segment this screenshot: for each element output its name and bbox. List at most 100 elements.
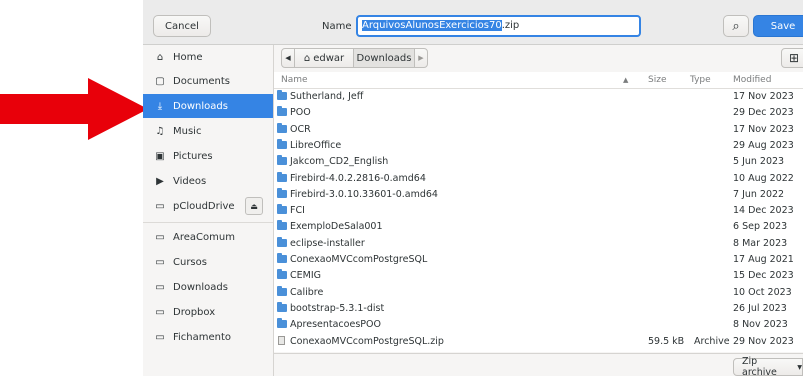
save-button[interactable]: Save (753, 15, 803, 37)
file-row[interactable]: ConexaoMVCcomPostgreSQL.zip 59.5 kB Archiv… (274, 335, 803, 347)
column-header-size[interactable]: Size (648, 75, 666, 85)
sidebar-item-label: Documents (173, 75, 231, 87)
header-bar: Cancel Name ArquivosAlunosExercicios70.z… (143, 0, 803, 45)
file-modified: 17 Nov 2023 (733, 123, 794, 135)
file-name: eclipse-installer (290, 237, 365, 249)
file-row[interactable]: Jakcom_CD2_English 5 Jun 2023 (274, 155, 803, 168)
chevron-right-icon: ▶ (418, 54, 424, 62)
column-header-name[interactable]: Name (281, 75, 308, 85)
file-modified: 29 Nov 2023 (733, 335, 794, 347)
sidebar-item-label: Downloads (173, 281, 228, 293)
folder-icon: ▭ (155, 331, 165, 343)
folder-icon (277, 253, 287, 263)
file-chooser-dialog: Cancel Name ArquivosAlunosExercicios70.z… (143, 0, 803, 376)
sidebar-item-areacomum[interactable]: ▭ AreaComum (143, 225, 273, 249)
cancel-button[interactable]: Cancel (153, 15, 211, 37)
sidebar-item-label: Home (173, 51, 203, 63)
file-modified: 29 Aug 2023 (733, 139, 794, 151)
file-row[interactable]: bootstrap-5.3.1-dist 26 Jul 2023 (274, 301, 803, 314)
sidebar-item-cursos[interactable]: ▭ Cursos (143, 250, 273, 274)
folder-icon (277, 106, 287, 117)
file-list[interactable]: Name ▲ Size Type Modified Sutherland, Je… (274, 72, 803, 352)
file-name: LibreOffice (290, 139, 342, 151)
home-icon: ⌂ (156, 51, 164, 63)
path-forward-button[interactable]: ▶ (414, 48, 428, 68)
file-name: Firebird-3.0.10.33601-0.amd64 (290, 188, 438, 200)
column-header-type[interactable]: Type (690, 75, 711, 85)
file-name: ConexaoMVCcomPostgreSQL.zip (290, 335, 444, 347)
search-button[interactable]: ⌕ (723, 15, 749, 37)
folder-icon: ▭ (155, 281, 165, 293)
video-icon: ▶ (156, 175, 164, 187)
file-modified: 8 Nov 2023 (733, 319, 788, 331)
file-modified: 7 Jun 2022 (733, 188, 785, 200)
file-row[interactable]: LibreOffice 29 Aug 2023 (274, 138, 803, 151)
sidebar-item-downloads-bookmark[interactable]: ▭ Downloads (143, 275, 273, 299)
sidebar-item-downloads[interactable]: ⤓ Downloads (143, 94, 273, 118)
file-modified: 10 Aug 2022 (733, 172, 794, 184)
filter-label: Zip archive (742, 356, 777, 376)
sidebar-item-label: Fichamento (173, 331, 232, 343)
sidebar-item-label: Cursos (173, 256, 207, 268)
column-header-modified[interactable]: Modified (733, 75, 771, 85)
folder-icon (277, 318, 287, 329)
file-modified: 29 Dec 2023 (733, 107, 794, 119)
folder-icon (277, 122, 287, 133)
file-row[interactable]: Sutherland, Jeff 17 Nov 2023 (274, 90, 803, 102)
file-name: Calibre (290, 286, 324, 298)
folder-icon (277, 301, 287, 312)
file-row[interactable]: ApresentacoesPOO 8 Nov 2023 (274, 318, 803, 331)
folder-icon (277, 236, 287, 247)
path-crumb-label: edwar (313, 52, 345, 64)
places-sidebar: ⌂ Home ▢ Documents ⤓ Downloads ♫ Music ▣ Pict… (143, 45, 274, 376)
path-crumb-current[interactable]: Downloads (353, 48, 415, 68)
path-crumb-home[interactable]: ⌂ edwar (294, 48, 354, 68)
sidebar-item-dropbox[interactable]: ▭ Dropbox (143, 300, 273, 324)
sidebar-item-pclouddrive[interactable]: ▭ pCloudDrive ⏏ (143, 194, 273, 218)
file-size: 59.5 kB (648, 335, 685, 347)
new-folder-icon: ⊞ (788, 51, 800, 65)
sidebar-item-music[interactable]: ♫ Music (143, 119, 273, 143)
sidebar-item-label: Videos (173, 175, 207, 187)
column-header-row: Name ▲ Size Type Modified (274, 72, 803, 89)
file-row[interactable]: OCR 17 Nov 2023 (274, 122, 803, 135)
file-modified: 14 Dec 2023 (733, 205, 794, 217)
file-row[interactable]: POO 29 Dec 2023 (274, 106, 803, 119)
sidebar-item-documents[interactable]: ▢ Documents (143, 69, 273, 93)
sidebar-item-pictures[interactable]: ▣ Pictures (143, 144, 273, 168)
file-type-filter[interactable]: Zip archive ▾ (733, 356, 803, 376)
file-modified: 17 Nov 2023 (733, 91, 794, 102)
sidebar-item-label: pCloudDrive (173, 200, 235, 212)
eject-icon[interactable]: ⏏ (245, 197, 263, 215)
file-row[interactable]: ExemploDeSala001 6 Sep 2023 (274, 220, 803, 232)
file-row[interactable]: CEMIG 15 Dec 2023 (274, 269, 803, 281)
folder-icon: ▭ (155, 306, 165, 318)
file-name: OCR (290, 123, 311, 135)
folder-icon (277, 220, 287, 231)
file-row[interactable]: Calibre 10 Oct 2023 (274, 285, 803, 298)
file-row[interactable]: FCI 14 Dec 2023 (274, 204, 803, 217)
file-name: FCI (290, 205, 305, 217)
sort-ascending-icon: ▲ (623, 76, 629, 84)
folder-icon (277, 171, 287, 182)
file-row[interactable]: ConexaoMVCcomPostgreSQL 17 Aug 2021 (274, 253, 803, 265)
sidebar-item-home[interactable]: ⌂ Home (143, 45, 273, 69)
file-modified: 10 Oct 2023 (733, 286, 792, 298)
new-folder-button[interactable]: ⊞ (781, 48, 803, 68)
name-label: Name (322, 21, 352, 32)
file-name: Jakcom_CD2_English (290, 156, 389, 168)
document-icon: ▢ (155, 75, 165, 87)
file-name: ConexaoMVCcomPostgreSQL (290, 254, 428, 265)
drive-icon: ▭ (155, 200, 165, 212)
filename-input[interactable]: ArquivosAlunosExercicios70.zip (356, 15, 641, 37)
file-row[interactable]: Firebird-3.0.10.33601-0.amd64 7 Jun 2022 (274, 187, 803, 200)
music-icon: ♫ (155, 125, 165, 137)
sidebar-item-videos[interactable]: ▶ Videos (143, 169, 273, 193)
file-row[interactable]: Firebird-4.0.2.2816-0.amd64 10 Aug 2022 (274, 171, 803, 184)
sidebar-item-label: AreaComum (173, 231, 235, 243)
sidebar-item-fichamento[interactable]: ▭ Fichamento (143, 325, 273, 349)
path-back-button[interactable]: ◀ (281, 48, 295, 68)
dropdown-arrow-icon: ▾ (797, 361, 802, 373)
file-row[interactable]: eclipse-installer 8 Mar 2023 (274, 236, 803, 249)
folder-icon (277, 155, 287, 166)
